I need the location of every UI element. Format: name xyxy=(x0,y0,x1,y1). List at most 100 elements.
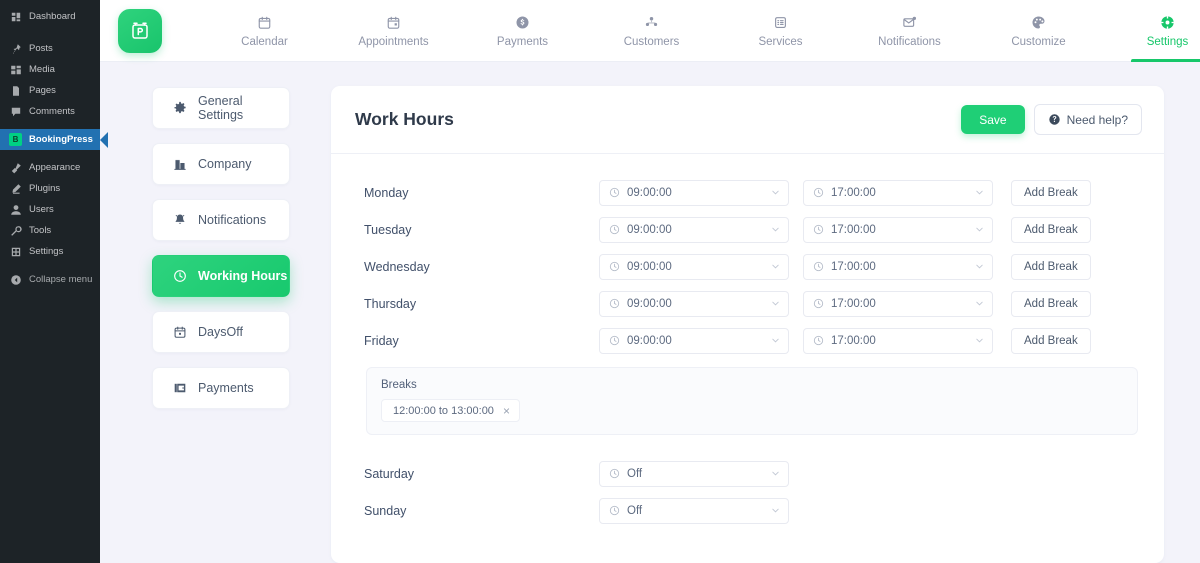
work-hours-card: Work Hours Save Need help? Monday xyxy=(331,86,1164,563)
chevron-down-icon xyxy=(975,225,984,234)
services-icon xyxy=(773,14,788,31)
settings-item-working-hours[interactable]: Working Hours xyxy=(152,255,290,297)
tab-appointments[interactable]: Appointments xyxy=(329,0,458,62)
start-time-select-monday[interactable]: 09:00:00 xyxy=(599,180,789,206)
settings-body: General Settings Company Notifications xyxy=(100,62,1200,563)
tab-services[interactable]: Services xyxy=(716,0,845,62)
wp-menu-item-dashboard[interactable]: Dashboard xyxy=(0,6,100,27)
tab-label: Customize xyxy=(1011,36,1065,48)
need-help-button[interactable]: Need help? xyxy=(1034,104,1142,135)
start-time-value: 09:00:00 xyxy=(627,261,764,273)
clock-icon xyxy=(813,187,824,198)
wp-menu-label: Settings xyxy=(29,241,63,262)
add-break-button-friday[interactable]: Add Break xyxy=(1011,328,1091,354)
settings-item-label: Working Hours xyxy=(198,269,287,283)
end-time-select-friday[interactable]: 17:00:00 xyxy=(803,328,993,354)
wp-menu-item-comments[interactable]: Comments xyxy=(0,101,100,122)
remove-break-icon[interactable]: × xyxy=(503,405,510,417)
add-break-button-monday[interactable]: Add Break xyxy=(1011,180,1091,206)
clock-icon xyxy=(813,261,824,272)
tab-calendar[interactable]: Calendar xyxy=(200,0,329,62)
chevron-down-icon xyxy=(771,336,780,345)
wp-admin-sidebar: Dashboard Posts Media Pages Commen xyxy=(0,0,100,563)
need-help-label: Need help? xyxy=(1067,113,1128,127)
wp-menu-item-plugins[interactable]: Plugins xyxy=(0,178,100,199)
bookingpress-topnav: Calendar Appointments Payments xyxy=(100,0,1200,62)
bookingpress-icon: B xyxy=(9,133,22,146)
chevron-down-icon xyxy=(771,188,780,197)
add-break-button-wednesday[interactable]: Add Break xyxy=(1011,254,1091,280)
tab-label: Customers xyxy=(624,36,680,48)
status-select-saturday[interactable]: Off xyxy=(599,461,789,487)
clock-icon xyxy=(172,269,187,284)
day-label: Tuesday xyxy=(364,223,599,237)
users-icon xyxy=(9,203,22,216)
settings-item-label: Notifications xyxy=(198,213,266,227)
notifications-icon xyxy=(902,14,917,31)
save-button[interactable]: Save xyxy=(961,105,1024,134)
start-time-select-tuesday[interactable]: 09:00:00 xyxy=(599,217,789,243)
clock-icon xyxy=(609,505,620,516)
wp-menu-item-settings[interactable]: Settings xyxy=(0,241,100,262)
start-time-value: 09:00:00 xyxy=(627,224,764,236)
status-select-sunday[interactable]: Off xyxy=(599,498,789,524)
wp-menu-label: Plugins xyxy=(29,178,60,199)
settings-icon xyxy=(9,245,22,258)
gear-icon xyxy=(172,101,187,116)
end-time-select-thursday[interactable]: 17:00:00 xyxy=(803,291,993,317)
tab-customers[interactable]: Customers xyxy=(587,0,716,62)
tab-customize[interactable]: Customize xyxy=(974,0,1103,62)
settings-item-general-settings[interactable]: General Settings xyxy=(152,87,290,129)
add-break-button-thursday[interactable]: Add Break xyxy=(1011,291,1091,317)
add-break-button-tuesday[interactable]: Add Break xyxy=(1011,217,1091,243)
plugins-icon xyxy=(9,182,22,195)
wp-menu-item-users[interactable]: Users xyxy=(0,199,100,220)
pin-icon xyxy=(9,42,22,55)
end-time-value: 17:00:00 xyxy=(831,224,968,236)
end-time-select-tuesday[interactable]: 17:00:00 xyxy=(803,217,993,243)
end-time-value: 17:00:00 xyxy=(831,335,968,347)
wp-menu-label: Collapse menu xyxy=(29,269,92,290)
start-time-select-wednesday[interactable]: 09:00:00 xyxy=(599,254,789,280)
tab-label: Appointments xyxy=(358,36,428,48)
customers-icon xyxy=(644,14,659,31)
schedule-row-monday: Monday 09:00:00 17:00:00 Add Break xyxy=(364,174,1140,211)
wp-menu-item-collapse[interactable]: Collapse menu xyxy=(0,269,100,290)
wp-menu-item-tools[interactable]: Tools xyxy=(0,220,100,241)
schedule-row-tuesday: Tuesday 09:00:00 17:00:00 Add Break xyxy=(364,211,1140,248)
settings-item-daysoff[interactable]: DaysOff xyxy=(152,311,290,353)
start-time-select-thursday[interactable]: 09:00:00 xyxy=(599,291,789,317)
wp-menu-item-pages[interactable]: Pages xyxy=(0,80,100,101)
break-tag-text: 12:00:00 to 13:00:00 xyxy=(393,405,494,417)
dashboard-icon xyxy=(9,10,22,23)
chevron-down-icon xyxy=(771,469,780,478)
chevron-down-icon xyxy=(975,188,984,197)
day-label: Friday xyxy=(364,334,599,348)
wp-menu-item-appearance[interactable]: Appearance xyxy=(0,157,100,178)
main-area: Calendar Appointments Payments xyxy=(100,0,1200,563)
tab-notifications[interactable]: Notifications xyxy=(845,0,974,62)
wp-menu-item-media[interactable]: Media xyxy=(0,59,100,80)
settings-item-notifications[interactable]: Notifications xyxy=(152,199,290,241)
settings-item-payments[interactable]: Payments xyxy=(152,367,290,409)
building-icon xyxy=(172,157,187,172)
wp-menu-item-posts[interactable]: Posts xyxy=(0,38,100,59)
chevron-down-icon xyxy=(975,262,984,271)
break-tag[interactable]: 12:00:00 to 13:00:00 × xyxy=(381,399,520,422)
breaks-panel: Breaks 12:00:00 to 13:00:00 × xyxy=(366,367,1138,435)
tools-icon xyxy=(9,224,22,237)
settings-item-company[interactable]: Company xyxy=(152,143,290,185)
tab-settings[interactable]: Settings xyxy=(1103,0,1200,62)
day-label: Wednesday xyxy=(364,260,599,274)
end-time-select-wednesday[interactable]: 17:00:00 xyxy=(803,254,993,280)
wp-menu-item-bookingpress[interactable]: B BookingPress xyxy=(0,129,100,150)
end-time-select-monday[interactable]: 17:00:00 xyxy=(803,180,993,206)
clock-icon xyxy=(813,224,824,235)
settings-item-label: DaysOff xyxy=(198,325,243,339)
wp-menu-label: Comments xyxy=(29,101,75,122)
start-time-value: 09:00:00 xyxy=(627,335,764,347)
tab-label: Notifications xyxy=(878,36,941,48)
start-time-select-friday[interactable]: 09:00:00 xyxy=(599,328,789,354)
bookingpress-logo[interactable] xyxy=(118,9,162,53)
tab-payments[interactable]: Payments xyxy=(458,0,587,62)
